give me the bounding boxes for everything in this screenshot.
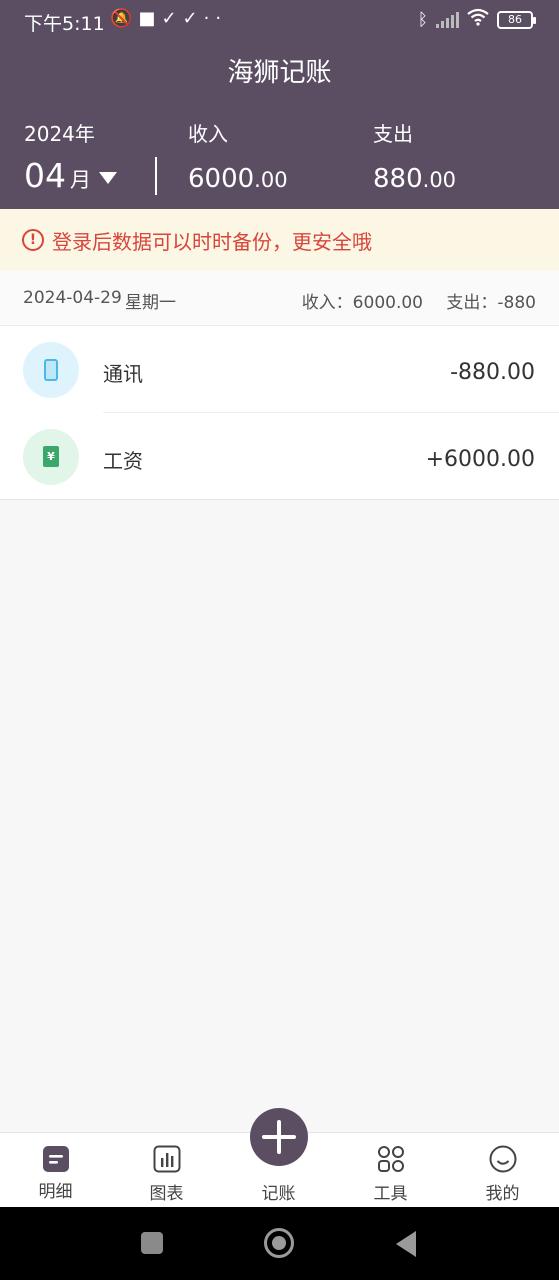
day-income: 收入：6000.00 xyxy=(301,293,423,313)
salary-icon: ¥ xyxy=(23,429,79,485)
day-expense: 支出：-880 xyxy=(446,293,536,313)
nav-tools-label: 工具 xyxy=(373,1184,408,1204)
notification-icons: 🔕■✓✓·· xyxy=(110,8,227,29)
wifi-icon xyxy=(467,8,489,31)
check-icon: ✓ xyxy=(182,8,204,29)
transaction-row[interactable]: ¥ 工资 +6000.00 xyxy=(0,413,559,500)
status-time: 下午5:11 xyxy=(24,13,105,35)
battery-icon: 86 xyxy=(497,10,536,29)
transaction-list: 通讯 -880.00 ¥ 工资 +6000.00 xyxy=(0,326,559,500)
day-date: 2024-04-29 xyxy=(23,288,122,308)
login-notice[interactable]: ! 登录后数据可以时时备份，更安全哦 xyxy=(0,209,559,271)
transaction-category: 通讯 xyxy=(103,362,143,386)
check-icon: ✓ xyxy=(161,8,183,29)
phone-icon xyxy=(23,342,79,398)
day-summary: 2024-04-29 星期一 收入：6000.00 支出：-880 xyxy=(0,271,559,326)
caret-down-icon xyxy=(99,172,117,184)
transaction-row[interactable]: 通讯 -880.00 xyxy=(0,326,559,413)
back-icon[interactable] xyxy=(396,1231,416,1257)
nav-chart-label: 图表 xyxy=(149,1184,184,1204)
warning-icon: ! xyxy=(22,229,44,251)
expense-int: 880 xyxy=(373,164,423,194)
square-icon: ■ xyxy=(138,8,162,29)
smile-icon xyxy=(489,1145,517,1173)
month-unit: 月 xyxy=(70,168,91,192)
system-nav-bar xyxy=(0,1207,559,1280)
income-int: 6000 xyxy=(188,164,255,194)
signal-icon xyxy=(436,11,459,28)
dots-icon: ·· xyxy=(203,8,228,29)
nav-tools[interactable]: 工具 xyxy=(335,1133,446,1208)
recent-apps-icon[interactable] xyxy=(141,1232,163,1254)
list-icon xyxy=(43,1146,69,1172)
transaction-category: 工资 xyxy=(103,449,143,473)
expense-dec: .00 xyxy=(422,168,457,192)
notice-text: 登录后数据可以时时备份，更安全哦 xyxy=(52,229,372,254)
home-icon[interactable] xyxy=(264,1228,294,1258)
transaction-amount: -880.00 xyxy=(450,360,535,385)
nav-mine-label: 我的 xyxy=(485,1184,520,1204)
status-bar: 下午5:11 🔕■✓✓·· ᛒ 86 xyxy=(0,0,559,42)
summary-header: 海狮记账 2024年 04 月 收入 6000.00 支出 880.00 xyxy=(0,42,559,209)
month-selector[interactable]: 04 月 xyxy=(24,156,117,195)
month-value: 04 xyxy=(24,156,66,195)
nav-detail-label: 明细 xyxy=(38,1182,73,1202)
income-dec: .00 xyxy=(254,168,288,192)
bell-muted-icon: 🔕 xyxy=(110,8,139,29)
expense-value: 880.00 xyxy=(373,164,456,194)
income-label: 收入 xyxy=(188,122,228,146)
income-value: 6000.00 xyxy=(188,164,288,194)
nav-detail[interactable]: 明细 xyxy=(0,1133,111,1208)
app-title: 海狮记账 xyxy=(227,58,332,88)
grid-icon xyxy=(378,1146,404,1172)
system-icons: ᛒ 86 xyxy=(417,8,536,31)
nav-record-label: 记账 xyxy=(261,1184,296,1204)
nav-mine[interactable]: 我的 xyxy=(447,1133,558,1208)
chart-icon xyxy=(153,1145,181,1173)
expense-label: 支出 xyxy=(373,122,413,146)
year-label: 2024年 xyxy=(24,122,95,146)
bluetooth-icon: ᛒ xyxy=(417,9,428,30)
add-record-button[interactable] xyxy=(250,1108,308,1166)
nav-chart[interactable]: 图表 xyxy=(111,1133,222,1208)
day-weekday: 星期一 xyxy=(125,293,176,313)
transaction-amount: +6000.00 xyxy=(425,447,535,472)
divider xyxy=(155,157,157,195)
